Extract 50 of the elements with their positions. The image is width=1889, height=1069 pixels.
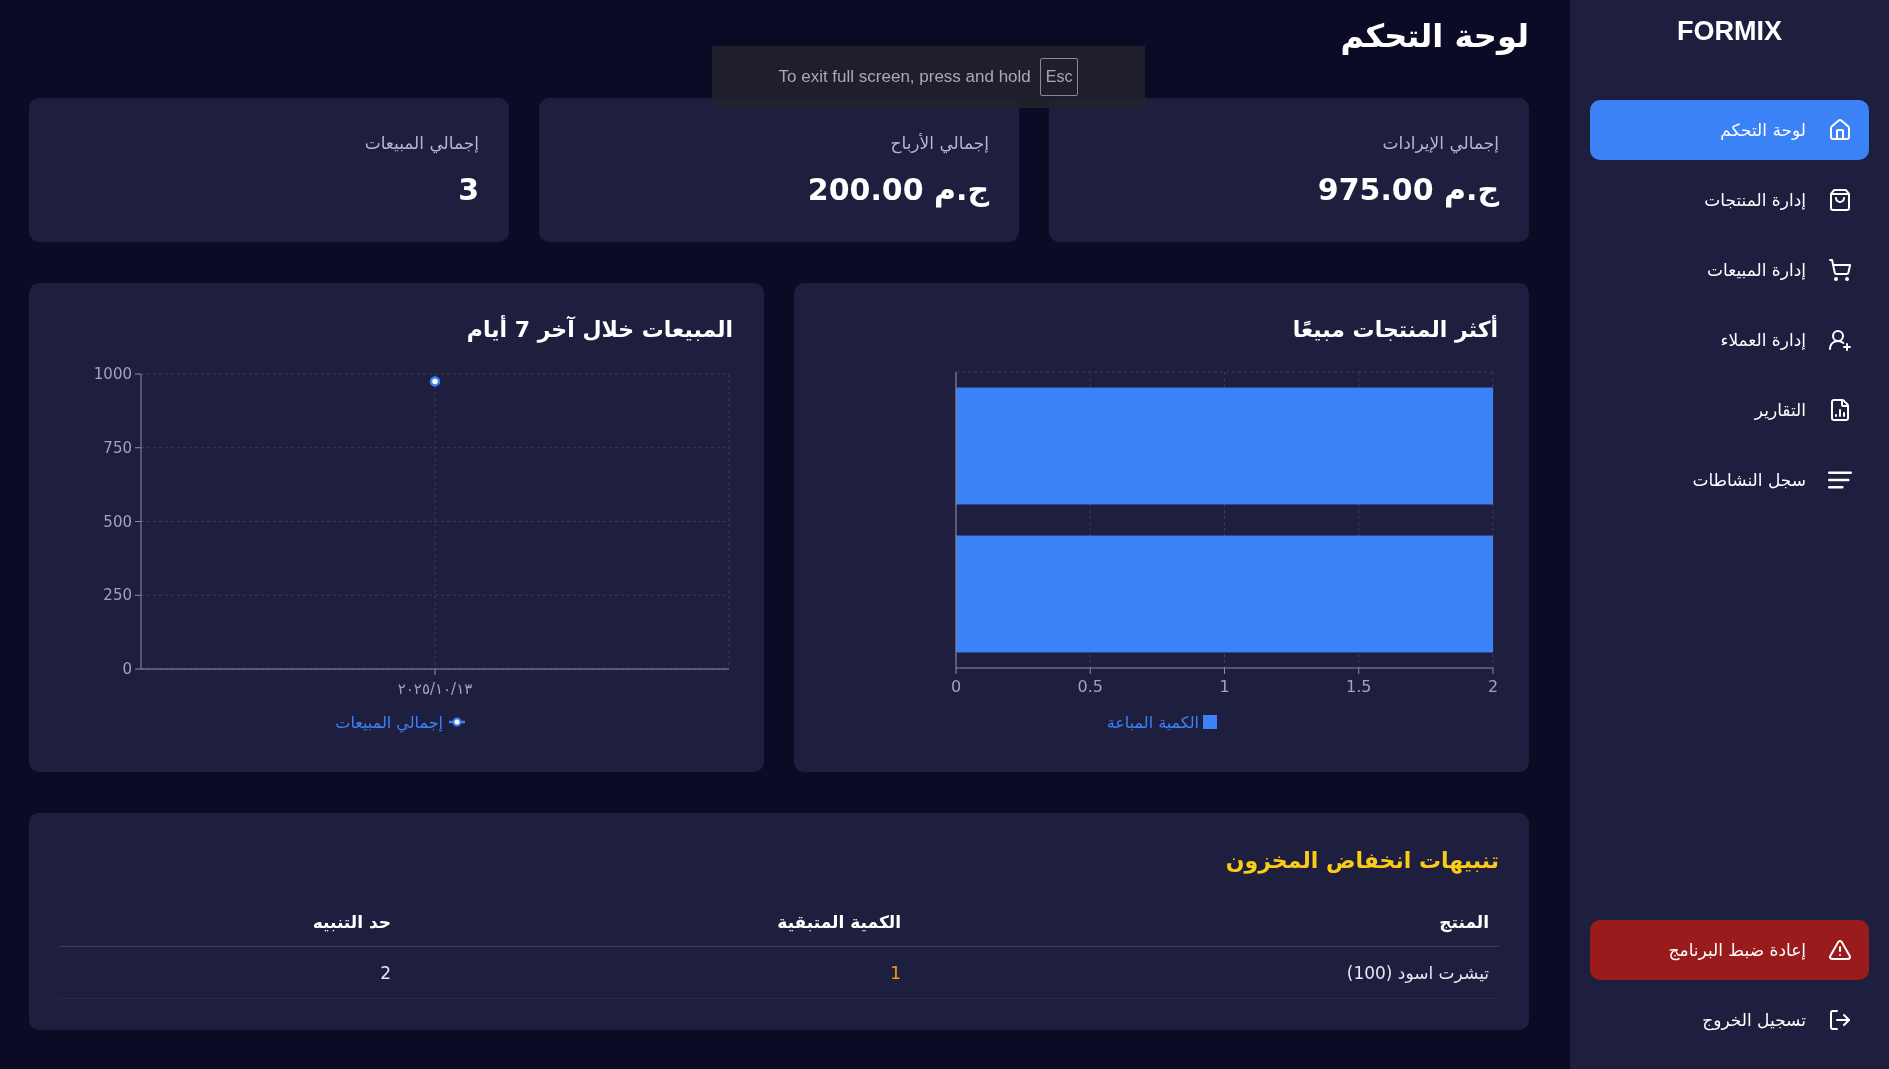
chart-title: أكثر المنتجات مبيعًا: [1292, 314, 1498, 345]
axis-tick-label: 2: [1487, 677, 1499, 696]
table-header-cell: المنتج: [911, 897, 1499, 947]
table-header-cell: حد التنبيه: [59, 897, 401, 947]
warning-icon: [1828, 938, 1852, 962]
logout-button[interactable]: تسجيل الخروج: [1590, 990, 1869, 1050]
home-icon: [1828, 118, 1852, 142]
nav-item[interactable]: التقارير: [1590, 380, 1869, 440]
axis-tick-label: 1: [1219, 677, 1230, 696]
axis-tick-label: 250: [103, 586, 132, 605]
nav-item[interactable]: إدارة العملاء: [1590, 310, 1869, 370]
notice-text: To exit full screen, press and hold: [778, 67, 1031, 87]
axis-tick-label: 0.5: [1077, 677, 1103, 696]
table-cell: 1: [401, 947, 911, 999]
reset-button[interactable]: إعادة ضبط البرنامج: [1590, 920, 1869, 980]
data-point-marker: [429, 376, 441, 387]
nav-item[interactable]: سجل النشاطات: [1590, 450, 1869, 510]
esc-key: Esc: [1039, 58, 1079, 96]
axis-tick-label: 1.5: [1346, 677, 1372, 696]
legend-label: إجمالي المبيعات: [335, 713, 443, 732]
shopping-cart-icon: [1828, 258, 1852, 282]
nav-item[interactable]: إدارة المنتجات: [1590, 170, 1869, 230]
nav-item[interactable]: لوحة التحكم: [1590, 100, 1869, 160]
logout-icon: [1828, 1008, 1852, 1032]
stat-value: ج.م 975.00: [1317, 171, 1499, 210]
chart-title: المبيعات خلال آخر 7 أيام: [466, 314, 733, 345]
shopping-bag-icon: [1828, 188, 1852, 212]
page-title: لوحة التحكم: [1340, 16, 1529, 57]
stat-value: ج.م 200.00: [807, 171, 989, 210]
nav-item[interactable]: إدارة المبيعات: [1590, 240, 1869, 300]
axis-tick-label: 750: [103, 438, 132, 457]
axis-tick-label: 0: [122, 660, 132, 678]
axis-tick-label: 0: [950, 677, 962, 696]
legend-square-icon: [1203, 715, 1217, 729]
legend-line-icon: [449, 717, 465, 727]
stat-label: إجمالي الأرباح: [890, 132, 989, 155]
user-plus-icon: [1828, 328, 1852, 352]
table-cell: تيشرت اسود (100): [911, 947, 1499, 999]
stat-label: إجمالي الإيرادات: [1382, 132, 1499, 155]
table-header-cell: الكمية المتبقية: [401, 897, 911, 947]
file-chart-icon: [1828, 398, 1852, 422]
axis-tick-label: ٢٠٢٥/١٠/١٣: [397, 680, 473, 698]
axis-tick-label: 1000: [93, 365, 132, 383]
axis-tick-label: 500: [103, 512, 132, 531]
stat-value: 3: [458, 171, 479, 209]
table-title: تنبيهات انخفاض المخزون: [1225, 847, 1499, 876]
table-cell: 2: [59, 947, 401, 999]
stat-label: إجمالي المبيعات: [364, 132, 479, 155]
app-logo: FORMIX: [1677, 15, 1782, 48]
legend-label: الكمية المباعة: [1106, 713, 1199, 732]
